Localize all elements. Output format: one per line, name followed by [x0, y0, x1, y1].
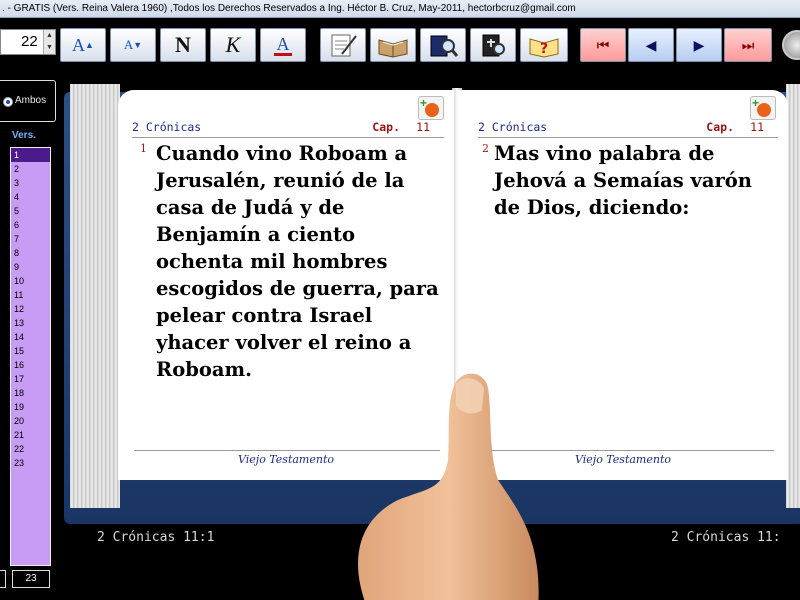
- next-icon: ▶: [693, 36, 705, 53]
- verse-list-item[interactable]: 8: [11, 246, 50, 260]
- verse-list-item[interactable]: 14: [11, 330, 50, 344]
- font-size-spin[interactable]: ▲ ▼: [43, 30, 55, 54]
- search-bible-button[interactable]: [420, 28, 466, 62]
- settings-gear-icon[interactable]: [782, 30, 800, 60]
- status-left-reference: 2 Crónicas 11:1: [97, 530, 215, 545]
- skip-first-icon: ⏮: [596, 36, 610, 53]
- fruit-icon: [425, 103, 439, 117]
- text-color-label: A: [276, 33, 290, 54]
- verse-count: 23: [12, 570, 50, 588]
- increase-font-button[interactable]: A ▲: [60, 28, 106, 62]
- italic-text-button[interactable]: K: [210, 28, 256, 62]
- plus-icon: +: [420, 96, 428, 110]
- left-count-box: [0, 570, 6, 588]
- verse-list-item[interactable]: 5: [11, 204, 50, 218]
- previous-button[interactable]: ◀: [628, 28, 674, 62]
- right-verse-number: 2: [482, 142, 489, 155]
- verse-list-item[interactable]: 12: [11, 302, 50, 316]
- svg-text:?: ?: [540, 41, 548, 57]
- verse-list-item[interactable]: 1: [11, 148, 50, 162]
- verse-list-item[interactable]: 17: [11, 372, 50, 386]
- verses-label: Vers.: [12, 130, 36, 141]
- help-book-button[interactable]: ?: [520, 28, 568, 62]
- decrease-font-label: A: [123, 37, 134, 52]
- font-size-stepper[interactable]: 22 ▲ ▼: [0, 29, 56, 55]
- left-page-stack: [70, 84, 120, 508]
- verse-list-item[interactable]: 19: [11, 400, 50, 414]
- notes-button[interactable]: [320, 28, 366, 62]
- spin-down-icon[interactable]: ▼: [44, 42, 55, 54]
- verse-list-item[interactable]: 23: [11, 456, 50, 470]
- increase-font-label: A: [72, 34, 86, 55]
- verse-list-item[interactable]: 13: [11, 316, 50, 330]
- left-verse-number: 1: [140, 142, 147, 155]
- italic-text-label: K: [225, 32, 241, 57]
- open-book-icon: [378, 39, 408, 58]
- verse-list-item[interactable]: 18: [11, 386, 50, 400]
- verse-list-item[interactable]: 9: [11, 260, 50, 274]
- normal-text-label: N: [175, 32, 191, 57]
- normal-text-button[interactable]: N: [160, 28, 206, 62]
- text-color-button[interactable]: A: [260, 28, 306, 62]
- previous-icon: ◀: [645, 36, 657, 53]
- left-book-name: 2 Crónicas: [132, 120, 202, 134]
- font-size-value: 22: [21, 33, 38, 50]
- verse-list-item[interactable]: 7: [11, 232, 50, 246]
- verse-list-item[interactable]: 20: [11, 414, 50, 428]
- question-book-icon: ?: [529, 38, 559, 58]
- mode-selector[interactable]: Ambos: [0, 80, 56, 122]
- bible-magnifier-icon: [482, 34, 505, 57]
- first-chapter-button[interactable]: ⏮: [580, 28, 626, 62]
- verse-list-item[interactable]: 3: [11, 176, 50, 190]
- right-chapter-number: 11: [750, 120, 764, 134]
- verse-list-item[interactable]: 16: [11, 358, 50, 372]
- plus-icon: +: [752, 96, 760, 110]
- left-cap-label: Cap.: [372, 120, 400, 134]
- right-page-stack: [786, 84, 800, 508]
- verse-list-item[interactable]: 22: [11, 442, 50, 456]
- right-book-name: 2 Crónicas: [478, 120, 548, 134]
- mode-label: Ambos: [15, 95, 47, 106]
- right-cap-label: Cap.: [706, 120, 734, 134]
- next-button[interactable]: ▶: [676, 28, 722, 62]
- status-right-reference: 2 Crónicas 11:: [671, 530, 781, 545]
- verse-list-item[interactable]: 21: [11, 428, 50, 442]
- thumb-hand-image: [358, 373, 539, 600]
- window-title: . - GRATIS (Vers. Reina Valera 1960) ,To…: [0, 0, 800, 18]
- document-pen-icon: [331, 34, 357, 57]
- bible-search-icon: [430, 35, 459, 57]
- left-add-note-button[interactable]: +: [418, 96, 444, 120]
- left-verse-text: Cuando vino Roboam a Jerusalén, reunió d…: [156, 142, 439, 381]
- last-chapter-button[interactable]: ⏭: [724, 28, 772, 62]
- open-book-button[interactable]: [370, 28, 416, 62]
- right-verse-text: Mas vino palabra de Jehová a Semaías var…: [494, 142, 752, 219]
- arrow-down-icon: ▼: [133, 40, 143, 50]
- toolbar: 22 ▲ ▼ A ▲ A ▼ N K A ? ⏮ ◀ ▶ ⏭: [0, 19, 800, 67]
- left-chapter-number: 11: [416, 120, 430, 134]
- color-bar-icon: [274, 52, 292, 56]
- arrow-up-icon: ▲: [85, 40, 94, 50]
- verse-list-item[interactable]: 4: [11, 190, 50, 204]
- right-add-note-button[interactable]: +: [750, 96, 776, 120]
- verse-list-item[interactable]: 6: [11, 218, 50, 232]
- verse-list-item[interactable]: 15: [11, 344, 50, 358]
- decrease-font-button[interactable]: A ▼: [110, 28, 156, 62]
- bible-zoom-button[interactable]: [470, 28, 516, 62]
- verse-list[interactable]: 1 2 3 4 5 6 7 8 9 10 11 12 13 14 15 16 17 18 19 20 21 22 23: [10, 147, 51, 566]
- spin-up-icon[interactable]: ▲: [44, 30, 55, 42]
- fruit-icon: [757, 103, 771, 117]
- verse-list-item[interactable]: 10: [11, 274, 50, 288]
- left-page-header: 2 Crónicas Cap. 11: [132, 120, 444, 138]
- verse-list-item[interactable]: 11: [11, 288, 50, 302]
- right-page-header: 2 Crónicas Cap. 11: [478, 120, 778, 138]
- skip-last-icon: ⏭: [741, 36, 755, 53]
- verse-list-item[interactable]: 2: [11, 162, 50, 176]
- mode-radio[interactable]: [3, 97, 13, 107]
